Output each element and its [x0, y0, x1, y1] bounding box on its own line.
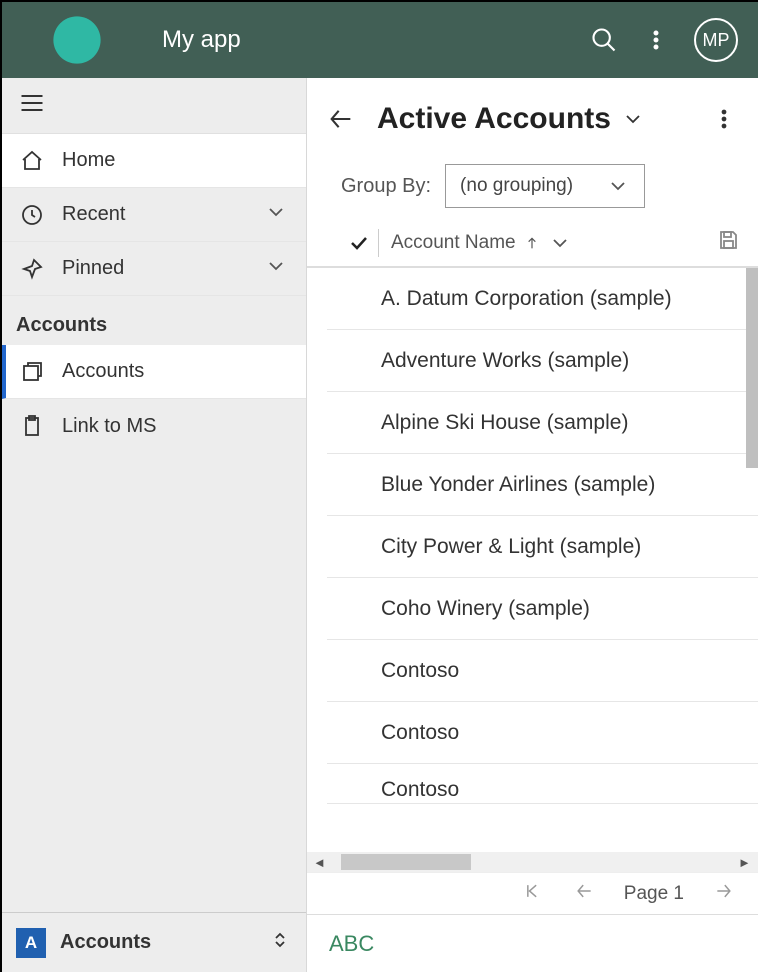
list-item-label: Contoso	[381, 659, 459, 683]
chevron-down-icon	[606, 174, 630, 198]
sidebar-section-label: Accounts	[2, 296, 306, 345]
sidebar-item-label: Recent	[62, 203, 125, 226]
view-selector[interactable]: Active Accounts	[377, 102, 645, 136]
list-item-label: City Power & Light (sample)	[381, 535, 641, 559]
list-item[interactable]: Contoso	[327, 640, 758, 702]
main-header: Active Accounts	[307, 78, 758, 160]
list-item-label: Contoso	[381, 778, 459, 802]
top-bar: My app MP	[0, 0, 758, 78]
list-item-label: Adventure Works (sample)	[381, 349, 629, 373]
app-title: My app	[152, 26, 590, 54]
main-content: Active Accounts Group By: (no grouping) …	[307, 78, 758, 972]
app-logo	[2, 2, 152, 78]
arrow-left-icon	[327, 105, 355, 133]
jump-bar-label: ABC	[329, 931, 374, 957]
list-item[interactable]: Contoso	[327, 702, 758, 764]
sidebar-item-link-to-ms[interactable]: Link to MS	[2, 399, 306, 453]
sidebar-item-pinned[interactable]: Pinned	[2, 242, 306, 296]
list-item-label: A. Datum Corporation (sample)	[381, 287, 672, 311]
chevron-down-icon	[548, 231, 572, 255]
list-item-label: Contoso	[381, 721, 459, 745]
back-button[interactable]	[325, 103, 357, 135]
sidebar-item-label: Pinned	[62, 257, 124, 280]
hamburger-icon	[18, 89, 46, 117]
hamburger-button[interactable]	[18, 89, 46, 122]
sidebar-item-recent[interactable]: Recent	[2, 188, 306, 242]
updown-icon	[268, 928, 292, 958]
arrow-up-icon	[524, 235, 540, 251]
scrollbar-thumb[interactable]	[341, 854, 471, 870]
arrow-right-icon	[714, 881, 734, 901]
horizontal-scrollbar[interactable]: ◄ ►	[307, 852, 758, 872]
kebab-icon	[644, 28, 668, 52]
vertical-scrollbar[interactable]	[746, 268, 758, 852]
list-item[interactable]: Blue Yonder Airlines (sample)	[327, 454, 758, 516]
list-item[interactable]: Coho Winery (sample)	[327, 578, 758, 640]
chevron-down-icon	[264, 200, 288, 230]
pager-prev-button[interactable]	[572, 881, 596, 907]
save-icon	[716, 228, 740, 252]
list-item[interactable]: A. Datum Corporation (sample)	[327, 268, 758, 330]
scrollbar-track[interactable]	[327, 854, 738, 870]
pin-icon	[20, 257, 44, 281]
pager-label: Page 1	[624, 883, 684, 905]
entity-icon	[20, 360, 44, 384]
chevron-down-icon	[264, 254, 288, 284]
avatar-initials: MP	[703, 30, 730, 51]
groupby-row: Group By: (no grouping)	[307, 160, 758, 220]
list-item-label: Blue Yonder Airlines (sample)	[381, 473, 655, 497]
view-overflow-button[interactable]	[708, 103, 740, 135]
select-all-checkbox[interactable]	[339, 229, 379, 257]
column-header-label: Account Name	[391, 232, 516, 254]
save-column-button[interactable]	[716, 228, 748, 258]
pager-next-button[interactable]	[712, 881, 736, 907]
sidebar: Home Recent Pinned Accounts Accounts Lin…	[2, 78, 307, 972]
pager: Page 1	[307, 872, 758, 914]
list-item[interactable]: Adventure Works (sample)	[327, 330, 758, 392]
clipboard-icon	[20, 414, 44, 438]
sidebar-item-home[interactable]: Home	[2, 134, 306, 188]
record-list: A. Datum Corporation (sample) Adventure W…	[307, 268, 758, 852]
sidebar-item-accounts[interactable]: Accounts	[2, 345, 306, 399]
column-header-account-name[interactable]: Account Name	[379, 231, 572, 255]
overflow-menu-button[interactable]	[642, 26, 670, 54]
groupby-label: Group By:	[341, 175, 431, 198]
scroll-left-icon: ◄	[313, 855, 327, 869]
pager-first-button[interactable]	[520, 881, 544, 907]
kebab-icon	[712, 107, 736, 131]
list-item[interactable]: Contoso	[327, 764, 758, 804]
list-item[interactable]: Alpine Ski House (sample)	[327, 392, 758, 454]
list-item-label: Coho Winery (sample)	[381, 597, 590, 621]
logo-icon	[49, 12, 105, 68]
area-label: Accounts	[60, 931, 151, 954]
topbar-actions: MP	[590, 18, 748, 62]
area-badge: A	[16, 928, 46, 958]
scrollbar-thumb[interactable]	[746, 268, 758, 468]
groupby-select[interactable]: (no grouping)	[445, 164, 645, 208]
jump-bar[interactable]: ABC	[307, 914, 758, 972]
clock-icon	[20, 203, 44, 227]
user-avatar[interactable]: MP	[694, 18, 738, 62]
search-button[interactable]	[590, 26, 618, 54]
area-switcher[interactable]: A Accounts	[2, 912, 306, 972]
check-icon	[347, 231, 371, 255]
scroll-right-icon: ►	[738, 855, 752, 869]
sidebar-item-label: Link to MS	[62, 415, 156, 438]
hamburger-row	[2, 78, 306, 134]
first-page-icon	[522, 881, 542, 901]
search-icon	[590, 26, 618, 54]
home-icon	[20, 149, 44, 173]
arrow-left-icon	[574, 881, 594, 901]
view-title-text: Active Accounts	[377, 102, 611, 136]
column-header-row: Account Name	[307, 220, 758, 268]
groupby-value: (no grouping)	[460, 175, 573, 197]
chevron-down-icon	[621, 107, 645, 131]
sidebar-item-label: Home	[62, 149, 115, 172]
sidebar-item-label: Accounts	[62, 360, 144, 383]
list-item[interactable]: City Power & Light (sample)	[327, 516, 758, 578]
list-item-label: Alpine Ski House (sample)	[381, 411, 628, 435]
